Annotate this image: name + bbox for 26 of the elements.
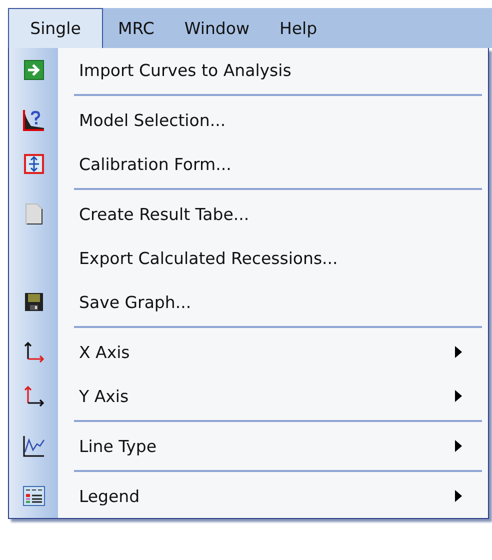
menu-item[interactable]: Create Result Tabe... <box>79 204 250 224</box>
menu-title[interactable]: Help <box>264 8 332 48</box>
submenu-arrow-icon <box>455 440 462 452</box>
menu-item[interactable]: Legend <box>79 486 140 506</box>
submenu-arrow-icon <box>455 490 462 502</box>
menu-item[interactable]: Export Calculated Recessions... <box>79 248 338 268</box>
vertical-resize-icon <box>24 154 44 174</box>
document-icon <box>24 203 42 225</box>
menu-item[interactable]: Model Selection... <box>79 110 226 130</box>
menu-item[interactable]: Y Axis <box>79 386 129 406</box>
menu-title[interactable]: Single <box>8 8 103 48</box>
menu-title[interactable]: MRC <box>103 8 170 48</box>
save-icon <box>24 292 44 312</box>
menu-item[interactable]: X Axis <box>79 342 130 362</box>
menu-item[interactable]: Line Type <box>79 436 157 456</box>
help-chart-icon <box>22 109 44 131</box>
menu-title[interactable]: Window <box>169 8 264 48</box>
menu-item[interactable]: Import Curves to Analysis <box>79 60 292 80</box>
axes-icon <box>22 341 44 363</box>
menu-item[interactable]: Save Graph... <box>79 292 192 312</box>
legend-icon <box>22 486 44 506</box>
menu-item[interactable]: Calibration Form... <box>79 154 232 174</box>
submenu-arrow-icon <box>455 346 462 358</box>
submenu-arrow-icon <box>455 390 462 402</box>
line-chart-icon <box>22 435 44 457</box>
axes-icon <box>22 385 44 407</box>
